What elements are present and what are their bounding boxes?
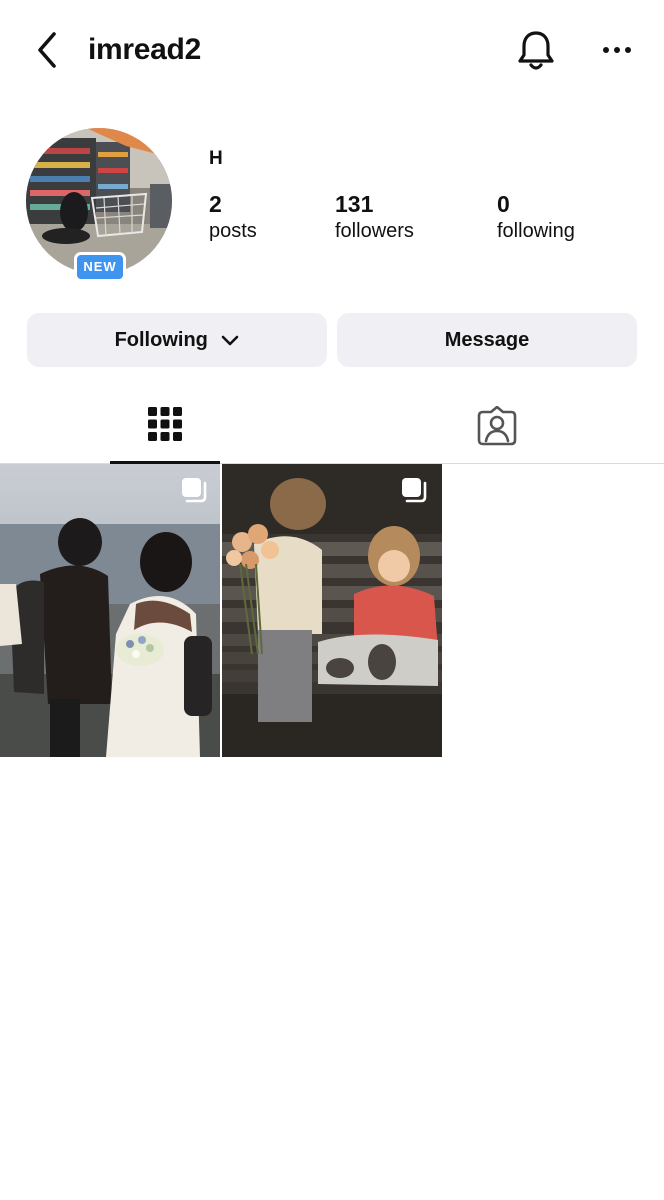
- chevron-down-icon: [222, 335, 239, 346]
- post-image: [0, 464, 220, 757]
- carousel-icon: [402, 478, 427, 503]
- stat-posts-label: posts: [209, 220, 257, 242]
- tab-tagged[interactable]: [442, 392, 552, 464]
- post-image: [222, 464, 442, 757]
- stat-following[interactable]: 0 following: [497, 191, 575, 245]
- message-button[interactable]: Message: [337, 313, 637, 367]
- bell-icon[interactable]: [514, 28, 558, 74]
- following-button-label: Following: [114, 329, 208, 351]
- stat-followers-label: followers: [335, 220, 414, 242]
- profile-username: imread2: [88, 33, 201, 66]
- profile-tabs: [0, 392, 664, 464]
- grid-icon: [148, 407, 182, 441]
- stat-posts[interactable]: 2 posts: [209, 191, 257, 245]
- tagged-person-icon: [477, 406, 517, 446]
- profile-display-name: H: [209, 148, 223, 169]
- profile-header: imread2: [0, 0, 664, 100]
- message-button-label: Message: [444, 329, 530, 351]
- stat-following-label: following: [497, 220, 575, 242]
- stat-following-count: 0: [497, 191, 510, 217]
- post-thumbnail[interactable]: [0, 464, 220, 757]
- back-chevron-icon[interactable]: [30, 30, 64, 70]
- post-thumbnail[interactable]: [222, 464, 442, 757]
- tab-posts-grid[interactable]: [110, 392, 220, 464]
- stat-followers-count: 131: [335, 191, 374, 217]
- more-options-icon[interactable]: [600, 36, 634, 64]
- new-badge: NEW: [74, 252, 126, 282]
- following-button[interactable]: Following: [27, 313, 327, 367]
- carousel-icon: [182, 478, 207, 503]
- stat-posts-count: 2: [209, 191, 222, 217]
- stat-followers[interactable]: 131 followers: [335, 191, 414, 245]
- profile-avatar[interactable]: NEW: [26, 128, 174, 282]
